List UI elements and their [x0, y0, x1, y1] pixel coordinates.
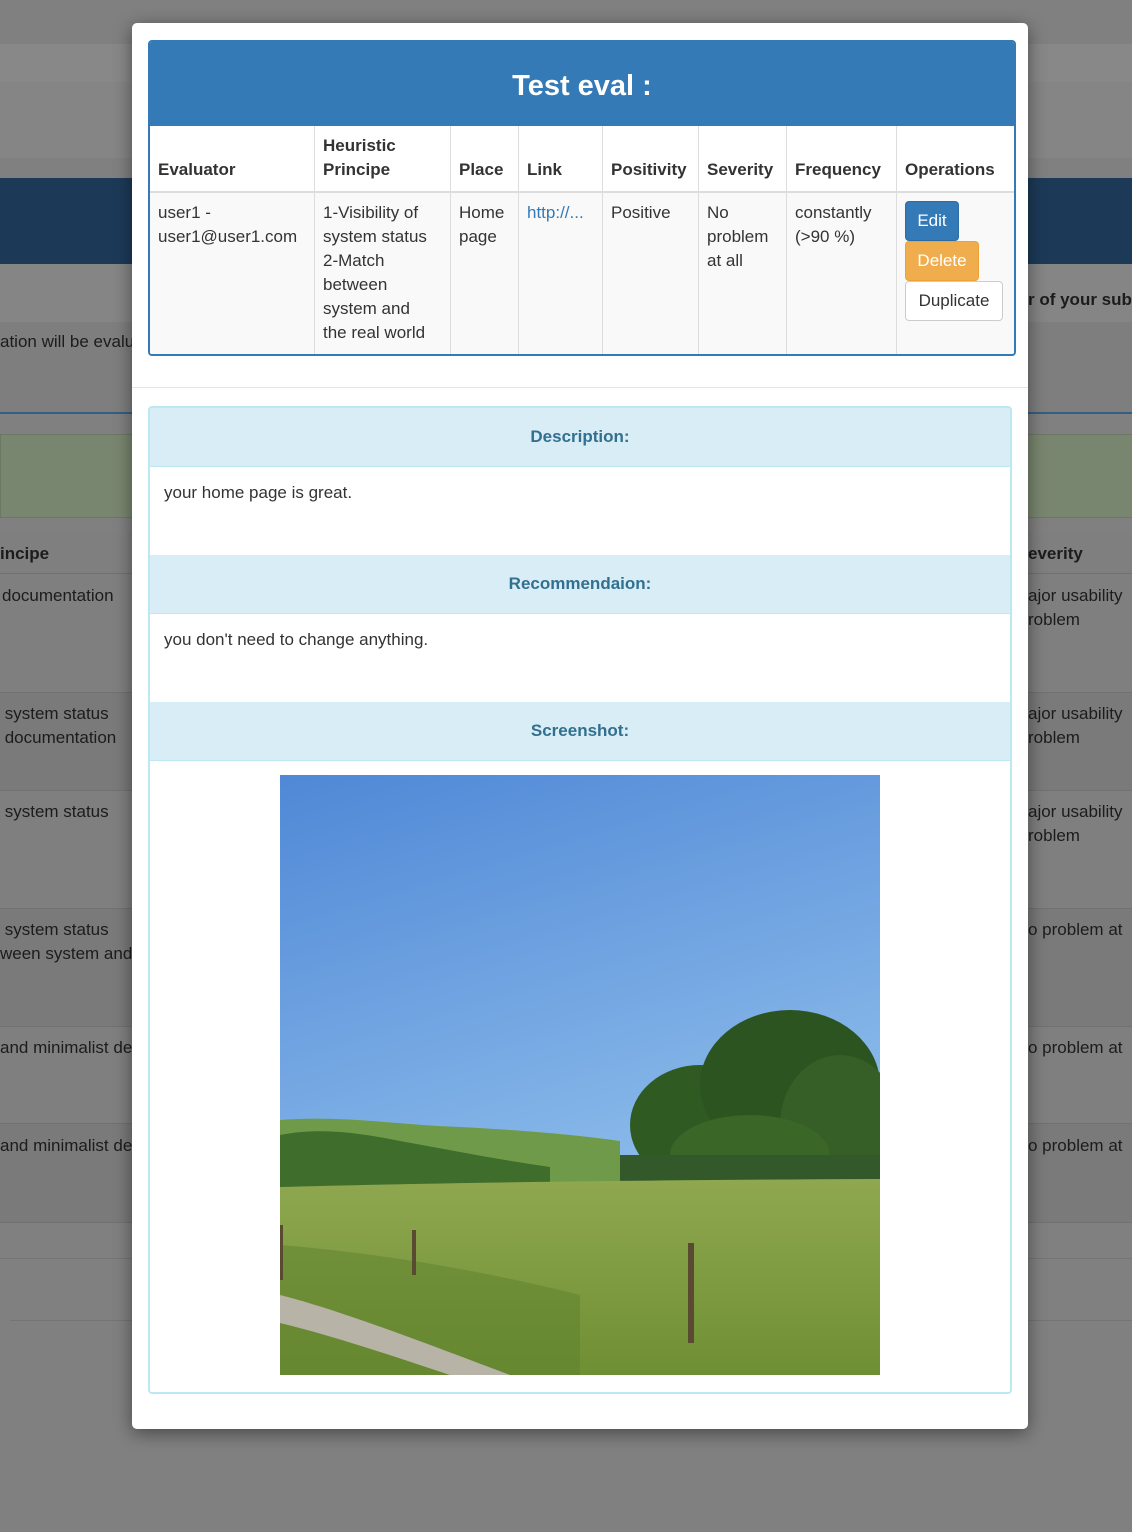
description-heading: Description:: [150, 408, 1010, 467]
bg-cell: roblem: [1028, 728, 1080, 747]
bg-header-text: r of your sub: [1028, 290, 1132, 309]
cell-frequency: constantly (>90 %): [786, 192, 897, 354]
principle-line: system status: [323, 227, 427, 246]
col-positivity: Positivity: [602, 126, 699, 193]
col-heuristic-line2: Principe: [323, 160, 391, 179]
description-text: your home page is great.: [164, 483, 353, 502]
place-line: page: [459, 227, 497, 246]
bg-cell: system status: [0, 920, 109, 939]
bg-cell: o problem at: [1028, 920, 1123, 939]
bg-cell: ajor usability: [1028, 704, 1123, 723]
bg-cell: o problem at: [1028, 1136, 1123, 1155]
modal-divider: [132, 387, 1028, 388]
bg-row-text: ation will be evalu: [0, 332, 135, 351]
edit-button[interactable]: Edit: [905, 201, 959, 241]
cell-principle: 1-Visibility of system status 2-Match be…: [314, 192, 451, 354]
severity-line: problem: [707, 227, 769, 246]
bg-cell: o problem at: [1028, 1038, 1123, 1057]
evaluation-link[interactable]: http://...: [527, 203, 584, 222]
evaluation-modal: Test eval : Evaluator Heuristic Principe…: [132, 23, 1028, 1429]
recommendation-heading: Recommendaion:: [150, 555, 1010, 614]
bg-col-severity: everity: [1028, 544, 1083, 563]
evaluator-name: user1 -: [158, 203, 211, 222]
bg-cell: system status: [0, 704, 109, 723]
bg-cell: and minimalist de: [0, 1136, 133, 1155]
cell-positivity: Positive: [602, 192, 699, 354]
principle-line: between: [323, 275, 388, 294]
cell-severity: No problem at all: [698, 192, 787, 354]
delete-button[interactable]: Delete: [905, 241, 979, 281]
bg-cell: documentation: [2, 586, 114, 605]
col-link: Link: [518, 126, 603, 193]
cell-operations: Edit Delete Duplicate: [896, 192, 1014, 354]
screenshot-image: [280, 775, 880, 1375]
severity-line: at all: [707, 251, 743, 270]
col-evaluator: Evaluator: [150, 126, 315, 193]
severity-line: No: [707, 203, 729, 222]
bg-col-principle: incipe: [0, 544, 50, 563]
principle-line: the real world: [323, 323, 426, 342]
evaluation-table: Evaluator Heuristic Principe Place Link …: [150, 126, 1014, 354]
details-panel: Description: your home page is great. Re…: [148, 406, 1012, 1394]
col-heuristic-principe: Heuristic Principe: [314, 126, 451, 193]
bg-cell: and minimalist de: [0, 1038, 133, 1057]
cell-evaluator: user1 - user1@user1.com: [150, 192, 315, 354]
bg-cell: documentation: [0, 728, 117, 747]
bg-cell: roblem: [1028, 610, 1080, 629]
bg-cell: ajor usability: [1028, 586, 1123, 605]
cell-place: Home page: [450, 192, 519, 354]
frequency-line: (>90 %): [795, 227, 855, 246]
bg-cell: roblem: [1028, 826, 1080, 845]
place-line: Home: [459, 203, 505, 222]
principle-line: 2-Match: [323, 251, 385, 270]
evaluator-email: user1@user1.com: [158, 227, 298, 246]
col-severity: Severity: [698, 126, 787, 193]
principle-line: 1-Visibility of: [323, 203, 419, 222]
col-place: Place: [450, 126, 519, 193]
frequency-line: constantly: [795, 203, 872, 222]
screenshot-heading: Screenshot:: [150, 702, 1010, 761]
bg-cell: ween system and: [0, 944, 133, 963]
cell-link: http://...: [518, 192, 603, 354]
bg-cell: ajor usability: [1028, 802, 1123, 821]
recommendation-text: you don't need to change anything.: [164, 630, 429, 649]
screenshot-container: [150, 761, 1010, 1375]
table-row: user1 - user1@user1.com 1-Visibility of …: [150, 192, 1014, 354]
evaluation-panel: Test eval : Evaluator Heuristic Principe…: [148, 40, 1016, 356]
col-frequency: Frequency: [786, 126, 897, 193]
duplicate-button[interactable]: Duplicate: [905, 281, 1003, 321]
table-header-row: Evaluator Heuristic Principe Place Link …: [150, 126, 1014, 193]
bg-cell: system status: [0, 802, 109, 821]
principle-line: system and: [323, 299, 410, 318]
col-heuristic-line1: Heuristic: [323, 136, 396, 155]
col-operations: Operations: [896, 126, 1014, 193]
modal-title: Test eval :: [150, 42, 1014, 126]
